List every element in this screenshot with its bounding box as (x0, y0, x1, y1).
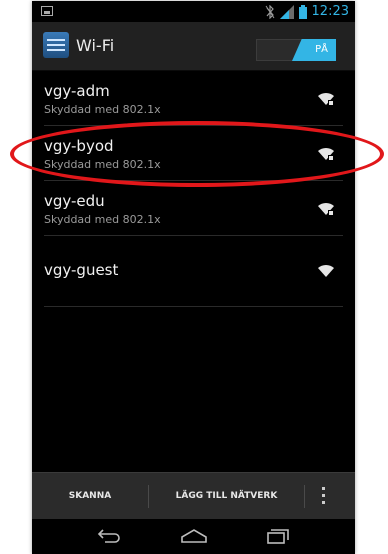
toggle-label: PÅ (292, 39, 336, 61)
status-bar: 12:23 (32, 1, 355, 22)
wifi-secured-icon (318, 202, 334, 215)
home-icon[interactable] (180, 528, 208, 544)
scan-button[interactable]: SKANNA (32, 473, 148, 520)
add-network-button[interactable]: LÄGG TILL NÄTVERK (149, 473, 304, 520)
page-title: Wi-Fi (76, 36, 115, 55)
status-icons: 12:23 (265, 3, 349, 21)
network-security: Skyddad med 802.1x (44, 103, 161, 116)
wifi-secured-icon (318, 147, 334, 160)
notification-icon (41, 6, 53, 16)
navigation-bar (32, 519, 355, 554)
back-icon[interactable] (97, 528, 123, 544)
wifi-open-icon (318, 264, 334, 277)
network-ssid: vgy-edu (44, 192, 105, 210)
network-item-vgy-byod[interactable]: vgy-byod Skyddad med 802.1x (44, 126, 343, 181)
network-item-vgy-edu[interactable]: vgy-edu Skyddad med 802.1x (44, 181, 343, 236)
phone-screen: 12:23 Wi-Fi PÅ vgy-adm Skyddad med 802.1… (32, 1, 355, 554)
wifi-settings-icon[interactable] (43, 32, 69, 58)
bottom-action-bar: SKANNA LÄGG TILL NÄTVERK (32, 472, 355, 520)
network-list: vgy-adm Skyddad med 802.1x vgy-byod Skyd… (32, 71, 355, 307)
network-ssid: vgy-guest (44, 261, 119, 279)
action-bar: Wi-Fi PÅ (32, 22, 355, 71)
recent-apps-icon[interactable] (266, 528, 290, 544)
divider (304, 485, 305, 508)
network-security: Skyddad med 802.1x (44, 213, 161, 226)
network-ssid: vgy-adm (44, 82, 110, 100)
bluetooth-off-icon (265, 5, 274, 19)
network-security: Skyddad med 802.1x (44, 158, 161, 171)
network-item-vgy-adm[interactable]: vgy-adm Skyddad med 802.1x (44, 71, 343, 126)
wifi-secured-icon (318, 92, 334, 105)
signal-icon (279, 5, 294, 19)
network-item-vgy-guest[interactable]: vgy-guest (44, 236, 343, 307)
battery-icon (298, 5, 307, 19)
clock: 12:23 (311, 4, 349, 19)
overflow-menu-icon[interactable] (322, 487, 326, 507)
wifi-toggle[interactable]: PÅ (256, 39, 336, 61)
network-ssid: vgy-byod (44, 137, 114, 155)
